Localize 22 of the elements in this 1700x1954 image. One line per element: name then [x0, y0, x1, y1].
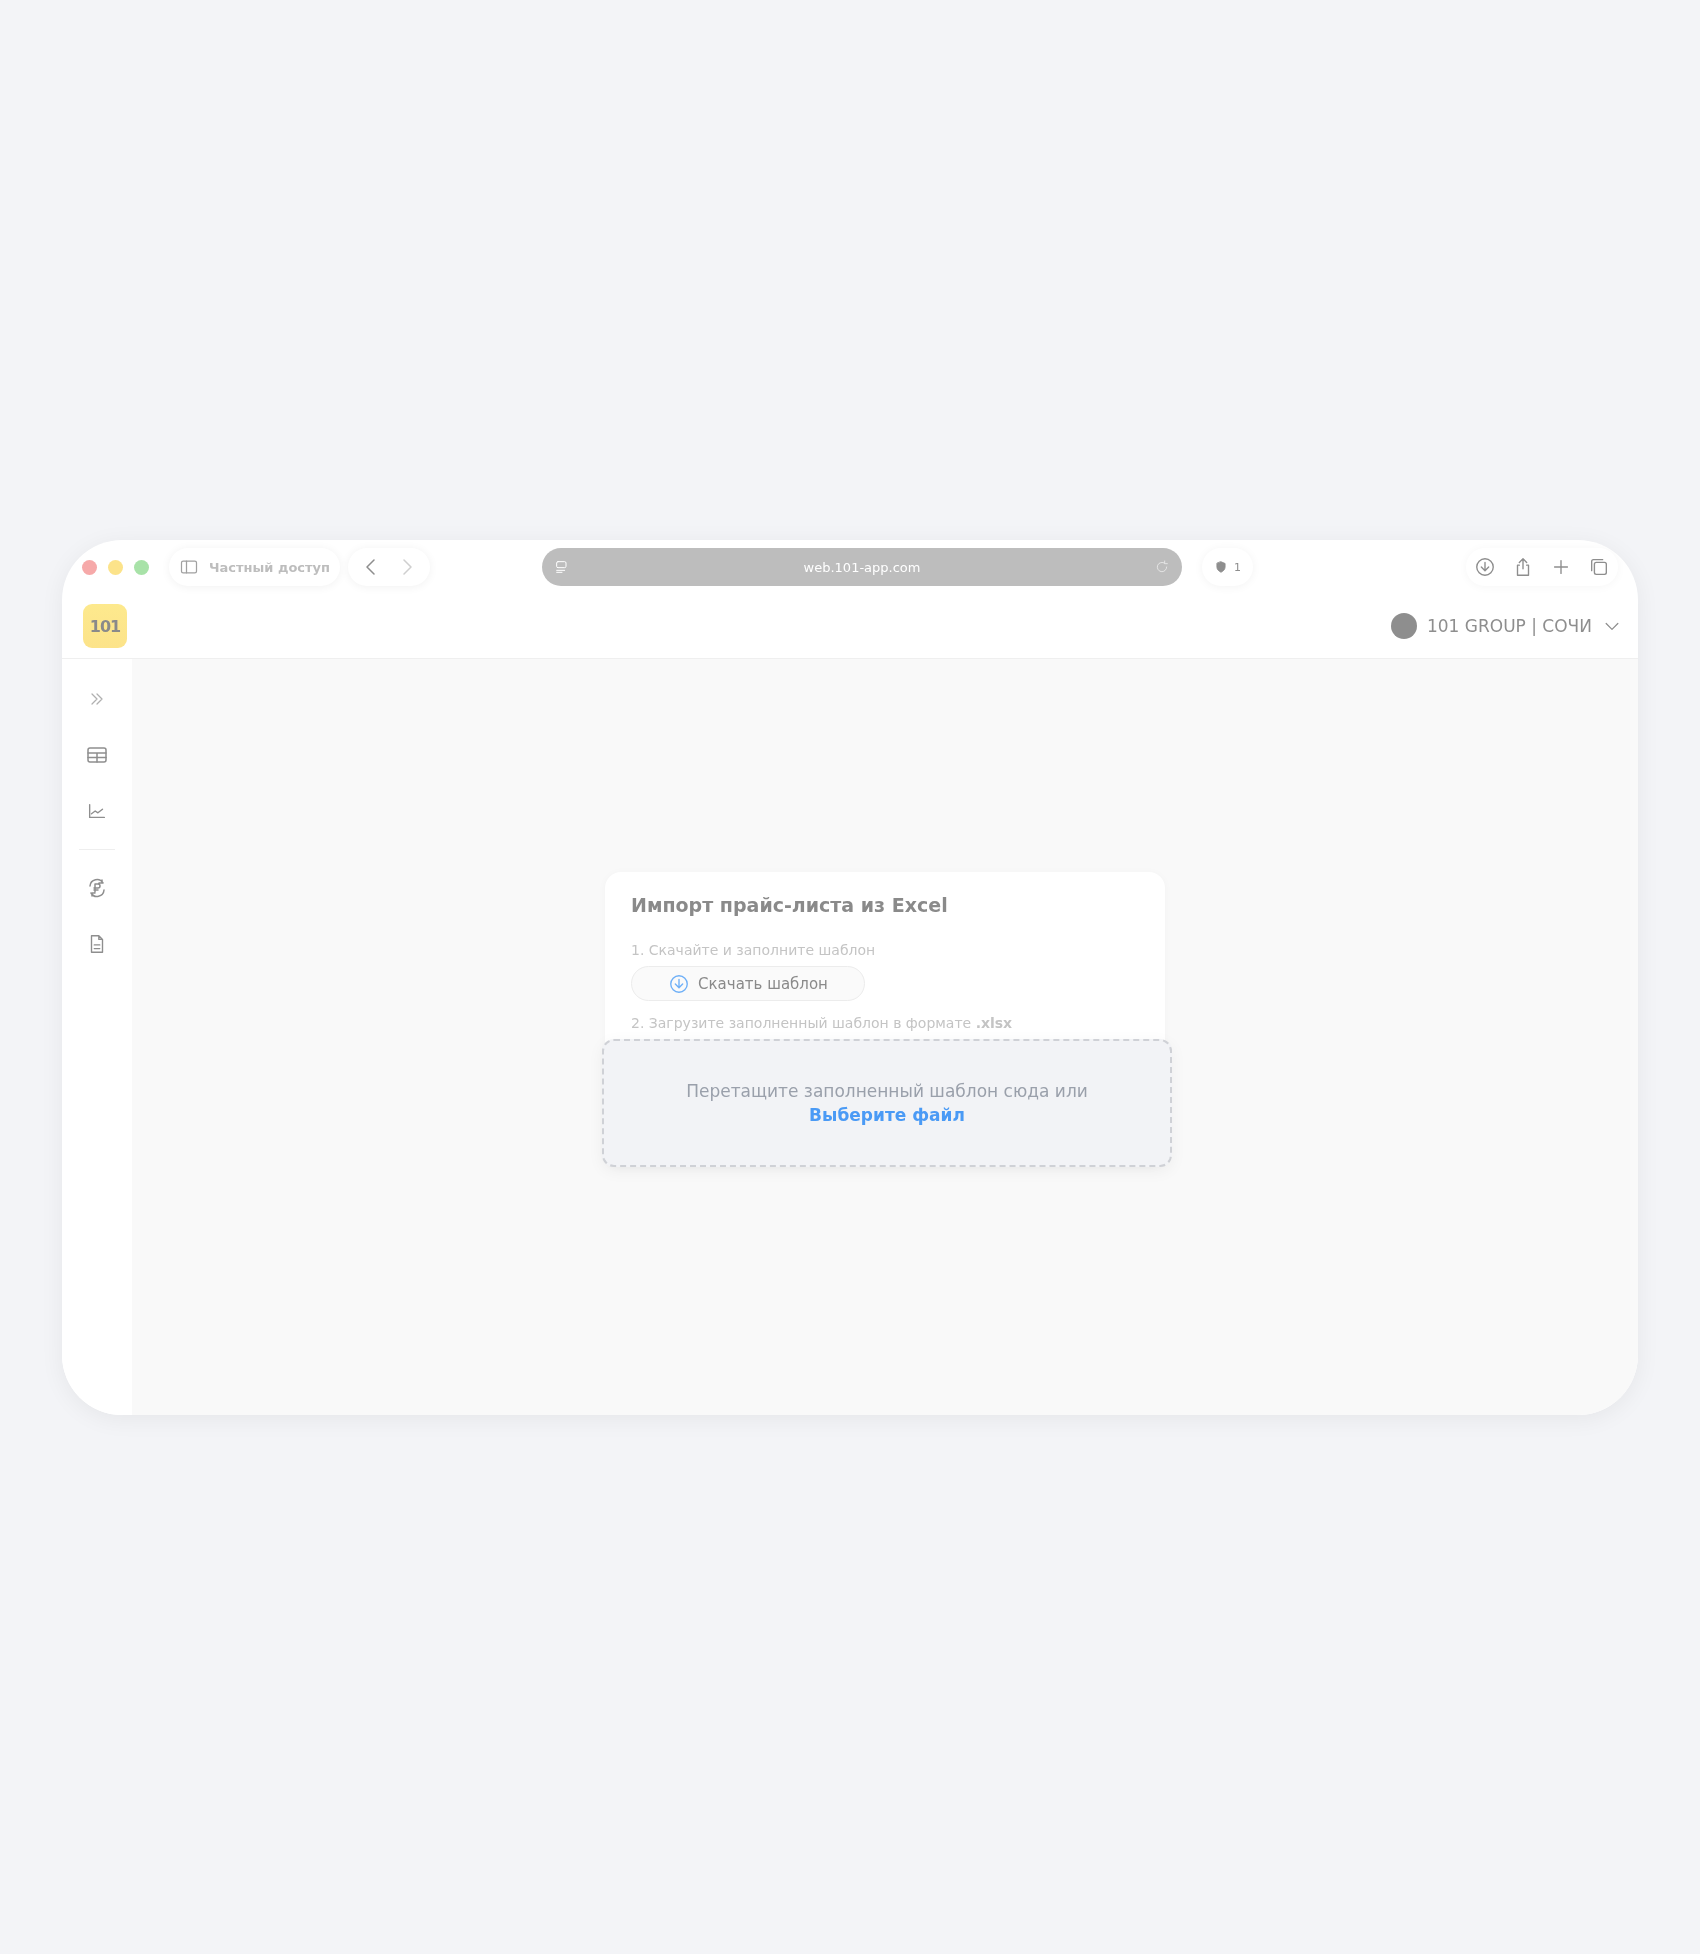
step-text: 2. Загрузите заполненный шаблон в формате .xlsx — [631, 1015, 1014, 1031]
download-icon — [668, 972, 691, 995]
dropzone-text: Перетащите заполненный шаблон сюда или — [686, 1081, 1088, 1101]
tabs-icon[interactable] — [1588, 556, 1610, 578]
card-title: Импорт прайс-листа из Excel — [631, 894, 949, 916]
step-text: 1. Скачайте и заполните шаблон — [631, 942, 877, 958]
choose-file-link[interactable]: Выберите файл — [809, 1105, 965, 1125]
shield-icon — [1214, 560, 1229, 574]
download-template-button[interactable]: Скачать шаблон — [631, 966, 865, 1001]
download-icon[interactable] — [1474, 556, 1496, 578]
file-dropzone[interactable]: Перетащите заполненный шаблон сюда или Выберите файл — [602, 1039, 1172, 1167]
reload-icon[interactable] — [1154, 559, 1171, 575]
address-bar[interactable]: web.101-app.com — [542, 548, 1183, 586]
private-browsing-button[interactable]: Частный доступ — [169, 548, 341, 586]
close-button[interactable] — [82, 559, 97, 575]
account-name[interactable]: 101 GROUP | СОЧИ — [1426, 616, 1592, 636]
app-logo[interactable]: 101 — [83, 604, 127, 648]
privacy-report-button[interactable]: 1 — [1202, 548, 1254, 586]
forward-icon — [402, 559, 413, 575]
zoom-button[interactable] — [134, 559, 149, 575]
avatar-icon — [1390, 613, 1417, 639]
back-icon — [366, 559, 377, 575]
